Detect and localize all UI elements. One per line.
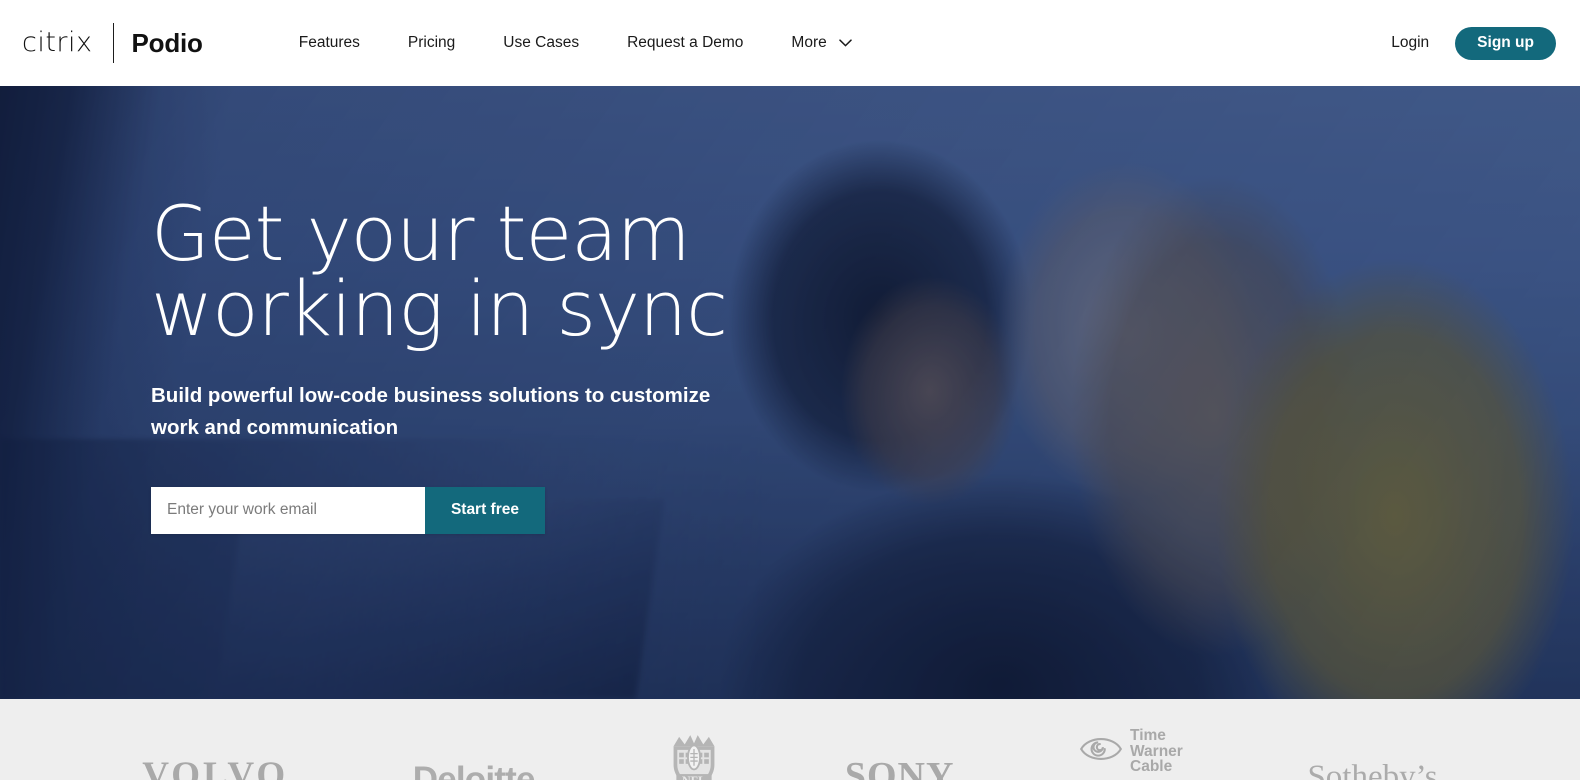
nav-item-features-label: Features <box>298 34 360 52</box>
nav-item-features[interactable]: Features <box>275 35 384 51</box>
nav-item-pricing-label: Pricing <box>407 34 456 52</box>
hero-subheadline: Build powerful low-code business solutio… <box>151 384 711 439</box>
nfl-shield-icon: NFL <box>668 733 720 780</box>
hero-section: Get your team working in sync Build powe… <box>0 86 1580 699</box>
volvo-logo-text: VOLVO <box>142 755 289 780</box>
time-warner-eye-spiral-icon <box>1079 732 1123 771</box>
nav-item-pricing[interactable]: Pricing <box>384 35 479 51</box>
deloitte-logo-text: Deloitte. <box>412 760 545 780</box>
nav-item-request-a-demo[interactable]: Request a Demo <box>603 35 767 51</box>
customer-logo-deloitte: Deloitte. <box>412 699 545 780</box>
nav-item-use-cases-label: Use Cases <box>503 34 580 52</box>
customer-logo-nfl: NFL <box>668 715 720 780</box>
start-free-button[interactable]: Start free <box>424 486 545 534</box>
top-navigation-bar: citrix Podio Features Pricing Use Cases … <box>0 0 1580 86</box>
svg-text:NFL: NFL <box>682 774 706 780</box>
nav-item-use-cases[interactable]: Use Cases <box>479 35 603 51</box>
podio-wordmark: Podio <box>131 28 203 58</box>
brand-divider <box>112 23 114 63</box>
citrix-wordmark: citrix <box>22 26 93 58</box>
time-warner-cable-logo-text: Time Warner Cable <box>1130 726 1183 776</box>
login-link[interactable]: Login <box>1391 34 1429 52</box>
customer-logo-volvo: VOLVO <box>142 699 288 780</box>
primary-nav-links: Features Pricing Use Cases Request a Dem… <box>275 35 876 51</box>
hero-headline: Get your team working in sync <box>151 189 728 354</box>
hero-signup-form: Start free <box>151 486 545 534</box>
customer-logo-sony: SONY <box>845 699 955 780</box>
nav-item-request-a-demo-label: Request a Demo <box>627 34 744 52</box>
sothebys-logo-text: Sotheby’s <box>1307 759 1438 780</box>
work-email-input[interactable] <box>151 486 425 534</box>
nav-item-more[interactable]: More <box>767 35 875 51</box>
nav-item-more-label: More <box>791 34 827 52</box>
landing-page: citrix Podio Features Pricing Use Cases … <box>0 0 1580 780</box>
customer-logo-bar: VOLVO Deloitte. SONY Time Warner Cable S… <box>0 699 1580 780</box>
sony-logo-text: SONY <box>844 755 955 780</box>
chevron-down-icon <box>839 39 852 47</box>
customer-logo-time-warner-cable: Time Warner Cable <box>1079 711 1183 780</box>
hero-content: Get your team working in sync Build powe… <box>151 189 951 534</box>
nav-actions: Login Sign up <box>1391 26 1556 60</box>
brand-logo-citrix-podio[interactable]: citrix Podio <box>22 20 203 66</box>
sign-up-button[interactable]: Sign up <box>1455 26 1556 60</box>
customer-logo-row: VOLVO Deloitte. SONY Time Warner Cable S… <box>0 699 1580 780</box>
customer-logo-sothebys: Sotheby’s <box>1307 699 1437 780</box>
